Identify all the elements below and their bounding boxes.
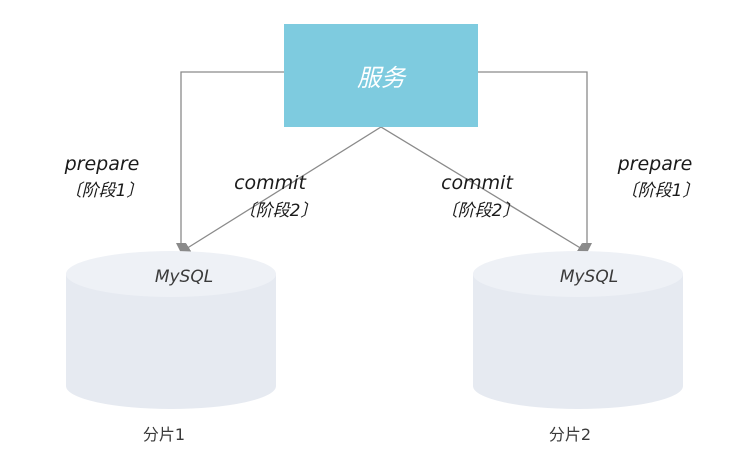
prepare-label-line2: 〔阶段1〕	[65, 181, 144, 201]
database-shard-1: MySQL 分片1	[66, 251, 276, 444]
shard-label: 分片2	[549, 425, 591, 444]
commit-label-line2: 〔阶段2〕	[239, 201, 318, 221]
shard-label: 分片1	[143, 425, 185, 444]
commit-label-line1: commit	[234, 172, 307, 194]
database-engine-label: MySQL	[560, 267, 618, 287]
commit-label-line1: commit	[441, 172, 514, 194]
commit-label-line2: 〔阶段2〕	[441, 201, 520, 221]
two-phase-commit-diagram: 服务 MySQL 分片1 MySQL 分片2 prepare 〔阶段1〕 com…	[64, 24, 700, 444]
prepare-arrow-right	[478, 71, 592, 253]
database-engine-label: MySQL	[155, 267, 213, 287]
commit-label-right: commit 〔阶段2〕	[441, 172, 520, 221]
prepare-label-left: prepare 〔阶段1〕	[64, 153, 144, 201]
database-shard-2: MySQL 分片2	[473, 251, 683, 444]
prepare-label-line1: prepare	[64, 153, 140, 175]
prepare-label-line2: 〔阶段1〕	[621, 181, 700, 201]
prepare-arrow-left	[176, 71, 284, 253]
service-label: 服务	[357, 64, 407, 92]
service-node: 服务	[284, 24, 478, 127]
prepare-label-right: prepare 〔阶段1〕	[617, 153, 700, 201]
commit-label-left: commit 〔阶段2〕	[234, 172, 317, 221]
prepare-label-line1: prepare	[617, 153, 693, 175]
